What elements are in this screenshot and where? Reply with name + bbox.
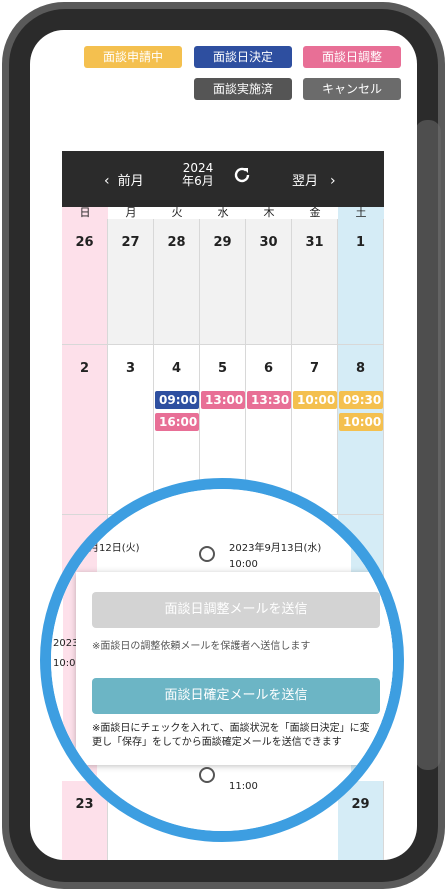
calendar-day[interactable]: 26 (62, 219, 108, 345)
calendar-day[interactable]: 29 (200, 219, 246, 345)
event-pending[interactable]: 09:30 (339, 391, 383, 409)
weekday-wed: 水 (217, 206, 229, 219)
zoom-time-right: 10:00 (229, 559, 258, 570)
bezel-highlight (415, 120, 441, 770)
weekday-mon: 月 (125, 206, 137, 219)
date-radio[interactable] (199, 546, 215, 562)
adjust-mail-note: ※面談日の調整依頼メールを保護者へ送信します (92, 641, 311, 652)
zoom-bottom-day-right: 29 (354, 805, 373, 820)
calendar-day[interactable]: 31 (292, 219, 338, 345)
legend-cancel: キャンセル (303, 78, 401, 100)
event-pending[interactable]: 10:00 (293, 391, 337, 409)
calendar-day[interactable]: 1 (338, 219, 384, 345)
calendar-header: ‹ 前月 2024 年6月 翌月 › (62, 151, 384, 207)
refresh-icon[interactable] (232, 165, 252, 189)
mail-action-card: 面談日調整メールを送信 ※面談日の調整依頼メールを保護者へ送信します 面談日確定… (76, 572, 393, 765)
legend-done: 面談実施済 (194, 78, 292, 100)
event-decided[interactable]: 09:00 (155, 391, 199, 409)
send-adjust-mail-button[interactable]: 面談日調整メールを送信 (92, 592, 380, 628)
prev-month-button[interactable]: ‹ 前月 (104, 170, 144, 189)
event-adjusting[interactable]: 13:00 (201, 391, 245, 409)
confirm-mail-note-line1: ※面談日にチェックを入れて、面談状況を「面談日決定」に変 (92, 723, 370, 734)
zoom-date-left: 月12日(火) (89, 543, 140, 554)
current-month-label: 2024 年6月 (182, 161, 214, 188)
zoom-bottom-time: 11:00 (229, 781, 258, 792)
event-adjusting[interactable]: 16:00 (155, 413, 199, 431)
weekday-row: 日 月 火 水 木 金 土 (62, 207, 384, 219)
calendar-day[interactable]: 30 (246, 219, 292, 345)
confirm-mail-note-line2: 更し「保存」をしてから面談確定メールを送信できます (92, 737, 342, 748)
date-radio[interactable] (199, 767, 215, 783)
weekday-fri: 金 (309, 206, 321, 219)
phone-mockup: 面談申請中 面談日決定 面談日調整 面談実施済 キャンセル ‹ 前月 2024 年… (0, 0, 447, 891)
weekday-thu: 木 (263, 206, 275, 219)
legend-decided: 面談日決定 (194, 46, 292, 68)
event-adjusting[interactable]: 13:30 (247, 391, 291, 409)
weekday-tue: 火 (171, 206, 183, 219)
zoom-left-cut-time: 10:0 (53, 658, 76, 669)
calendar-day[interactable]: 28 (154, 219, 200, 345)
calendar-day[interactable]: 27 (108, 219, 154, 345)
magnified-panel: 月12日(火) 2023年9月13日(水) 10:00 2023 10:0 面談… (51, 489, 393, 831)
next-month-button[interactable]: 翌月 › (292, 170, 336, 189)
zoom-date-right: 2023年9月13日(水) (229, 543, 322, 554)
send-confirm-mail-button[interactable]: 面談日確定メールを送信 (92, 678, 380, 714)
legend-adjusting: 面談日調整 (303, 46, 401, 68)
weekday-sat: 土 (338, 207, 384, 219)
zoom-left-cut-date: 2023 (53, 638, 79, 649)
legend-pending: 面談申請中 (84, 46, 182, 68)
zoom-bottom-day-left: 23 (73, 805, 92, 820)
weekday-sun: 日 (62, 207, 108, 219)
chevron-left-icon: ‹ (104, 173, 110, 189)
event-pending[interactable]: 10:00 (339, 413, 383, 431)
chevron-right-icon: › (330, 173, 336, 189)
